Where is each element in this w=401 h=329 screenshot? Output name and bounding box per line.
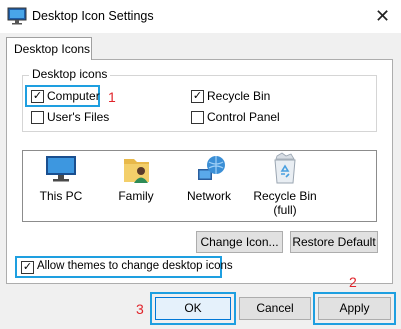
recycle-bin-checkbox[interactable]: ✓ [191,90,204,103]
recycle-bin-label: Recycle Bin [207,89,271,103]
icon-label-family: Family [118,189,154,203]
cancel-button[interactable]: Cancel [239,297,311,320]
user-folder-icon[interactable] [120,153,154,185]
control-panel-checkbox[interactable] [191,111,204,124]
restore-default-button[interactable]: Restore Default [290,231,378,253]
icon-label-network: Network [186,189,231,203]
annotation-one: 1 [108,89,116,105]
annotation-three: 3 [136,301,144,317]
icon-label-recycle-bin: Recycle Bin [253,189,317,203]
recycle-bin-full-icon[interactable] [270,152,300,185]
group-label: Desktop icons [29,67,111,81]
close-icon: ✕ [374,6,391,26]
apply-button[interactable]: Apply [318,297,391,320]
monitor-icon[interactable] [44,154,78,184]
window-title: Desktop Icon Settings [32,9,154,23]
users-files-label: User's Files [47,110,110,124]
icon-label-this-pc: This PC [39,189,83,203]
users-files-checkbox[interactable] [31,111,44,124]
tab-desktop-icons[interactable]: Desktop Icons [6,37,92,60]
control-panel-label: Control Panel [207,110,280,124]
network-globe-icon[interactable] [195,153,229,185]
ok-button[interactable]: OK [155,297,231,320]
tab-label: Desktop Icons [14,42,91,56]
close-button[interactable]: ✕ [364,0,401,33]
annotation-two: 2 [349,274,357,290]
change-icon-button[interactable]: Change Icon... [196,231,283,253]
allow-themes-label: Allow themes to change desktop icons [37,260,233,272]
computer-label: Computer [47,89,100,103]
allow-themes-checkbox[interactable]: ✓ [21,261,34,274]
icon-label-recycle-bin-full: (full) [273,203,297,217]
desktop-settings-icon [7,7,27,25]
computer-checkbox[interactable]: ✓ [31,90,44,103]
